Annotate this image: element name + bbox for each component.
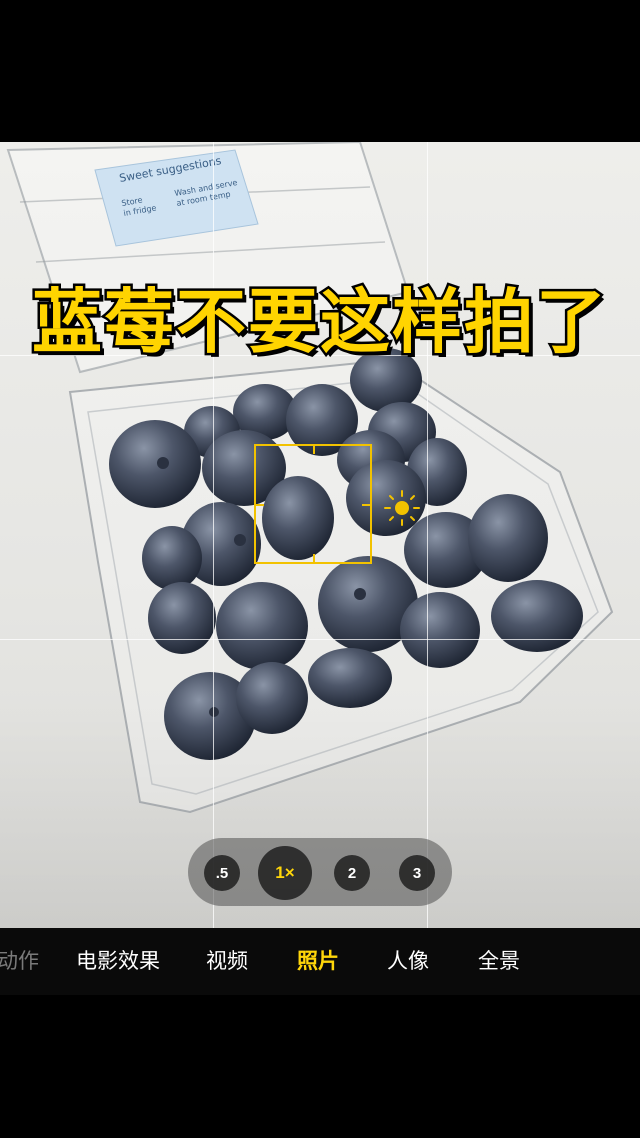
mode-photo[interactable]: 照片 bbox=[297, 928, 339, 995]
top-black-bar bbox=[0, 0, 640, 142]
zoom-1x-button[interactable]: 1× bbox=[258, 846, 312, 900]
mode-panorama[interactable]: 全景 bbox=[478, 928, 520, 995]
mode-video[interactable]: 视频 bbox=[206, 928, 248, 995]
zoom-selector: .5 1× 2 3 bbox=[188, 838, 452, 906]
focus-tick-top bbox=[313, 446, 315, 454]
grid-line-vertical-1 bbox=[213, 142, 214, 928]
grid-line-vertical-2 bbox=[427, 142, 428, 928]
focus-box[interactable] bbox=[254, 444, 372, 564]
bottom-black-bar bbox=[0, 995, 640, 1138]
zoom-3x-button[interactable]: 3 bbox=[399, 855, 435, 891]
sun-icon[interactable] bbox=[382, 488, 422, 528]
grid-line-horizontal-2 bbox=[0, 639, 640, 640]
focus-tick-right bbox=[362, 504, 370, 506]
mode-action[interactable]: 动作 bbox=[0, 928, 39, 995]
zoom-0-5-button[interactable]: .5 bbox=[204, 855, 240, 891]
mode-portrait[interactable]: 人像 bbox=[387, 928, 429, 995]
focus-tick-left bbox=[256, 504, 264, 506]
camera-viewfinder[interactable]: Sweet suggestions Store in fridge Wash a… bbox=[0, 142, 640, 928]
overlay-title: 蓝莓不要这样拍了 bbox=[30, 281, 609, 363]
mode-cinematic[interactable]: 电影效果 bbox=[76, 928, 160, 995]
overlay-title-container: 蓝莓不要这样拍了 bbox=[0, 282, 640, 362]
camera-mode-bar: 动作 电影效果 视频 照片 人像 全景 bbox=[0, 928, 640, 995]
zoom-2x-button[interactable]: 2 bbox=[334, 855, 370, 891]
focus-tick-bottom bbox=[313, 554, 315, 562]
